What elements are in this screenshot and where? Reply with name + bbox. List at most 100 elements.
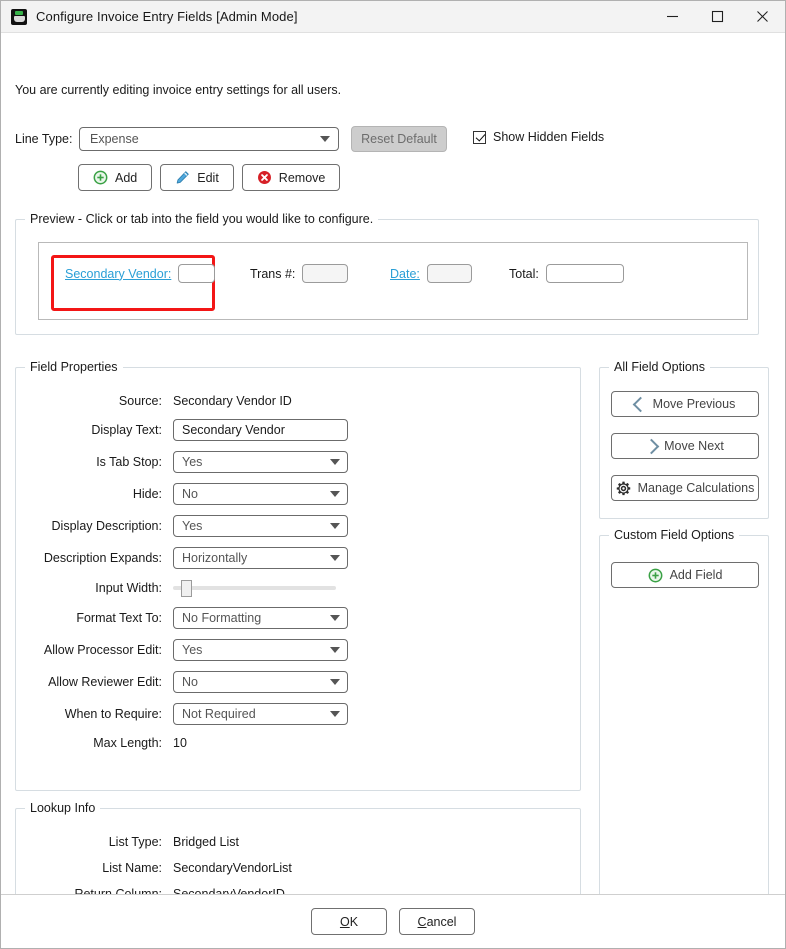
label-format-text-to: Format Text To: — [76, 611, 162, 625]
window-title: Configure Invoice Entry Fields [Admin Mo… — [36, 9, 298, 24]
slider-thumb[interactable] — [181, 580, 192, 597]
editing-notice: You are currently editing invoice entry … — [15, 83, 342, 97]
label-allow-reviewer-edit: Allow Reviewer Edit: — [48, 675, 162, 689]
add-button[interactable]: Add — [78, 164, 153, 191]
remove-button[interactable]: Remove — [241, 164, 341, 191]
checkmark-icon — [473, 130, 486, 144]
reset-default-button[interactable]: Reset Default — [351, 126, 447, 152]
description-expands-dropdown[interactable]: Horizontally — [173, 547, 348, 569]
field-row-input-width: Input Width: — [16, 577, 580, 599]
line-type-value: Expense — [90, 132, 139, 146]
format-text-to-value: No Formatting — [182, 611, 262, 625]
preview-input-trans-number[interactable] — [302, 264, 349, 283]
chevron-down-icon — [330, 491, 340, 497]
add-label: Add — [115, 170, 138, 185]
label-list-type: List Type: — [108, 835, 162, 849]
pencil-icon — [176, 171, 189, 184]
preview-field-date[interactable]: Date: — [390, 264, 472, 283]
label-max-length: Max Length: — [93, 736, 162, 750]
preview-canvas[interactable]: Secondary Vendor: Trans #: Date: Total: — [38, 242, 748, 320]
preview-input-total[interactable] — [545, 264, 624, 283]
move-previous-label: Move Previous — [652, 397, 736, 411]
label-list-name: List Name: — [102, 861, 162, 875]
minimize-icon[interactable] — [650, 1, 695, 32]
label-display-text: Display Text: — [91, 423, 162, 437]
move-next-label: Move Next — [664, 439, 724, 453]
close-icon[interactable] — [740, 1, 785, 32]
chevron-down-icon — [330, 615, 340, 621]
display-description-dropdown[interactable]: Yes — [173, 515, 348, 537]
display-text-input[interactable]: Secondary Vendor — [173, 419, 348, 441]
field-row-hide: Hide: No — [16, 483, 580, 505]
move-previous-button[interactable]: Move Previous — [611, 391, 759, 417]
is-tab-stop-dropdown[interactable]: Yes — [173, 451, 348, 473]
ok-mnemonic: O — [339, 914, 350, 929]
dialog-content: You are currently editing invoice entry … — [1, 33, 785, 948]
manage-calculations-button[interactable]: Manage Calculations — [611, 475, 759, 501]
label-allow-processor-edit: Allow Processor Edit: — [43, 643, 162, 657]
allow-processor-edit-dropdown[interactable]: Yes — [173, 639, 348, 661]
add-field-button[interactable]: Add Field — [611, 562, 759, 588]
preview-label-secondary-vendor[interactable]: Secondary Vendor: — [65, 267, 171, 281]
allow-reviewer-edit-value: No — [182, 675, 198, 689]
ok-label-rest: K — [349, 914, 359, 929]
preview-label-total: Total: — [509, 266, 539, 281]
input-width-slider[interactable] — [173, 580, 336, 597]
slider-track — [173, 586, 336, 590]
preview-input-secondary-vendor[interactable] — [178, 264, 216, 283]
preview-field-total[interactable]: Total: — [509, 264, 624, 283]
cancel-button[interactable]: Cancel — [399, 908, 475, 935]
lookup-row-list-name: List Name: SecondaryVendorList — [16, 857, 580, 879]
preview-field-secondary-vendor[interactable]: Secondary Vendor: — [65, 264, 216, 283]
label-input-width: Input Width: — [95, 581, 162, 595]
maximize-icon[interactable] — [695, 1, 740, 32]
preview-field-trans-number[interactable]: Trans #: — [250, 264, 349, 283]
edit-label: Edit — [197, 170, 219, 185]
allow-reviewer-edit-dropdown[interactable]: No — [173, 671, 348, 693]
value-list-type: Bridged List — [173, 835, 240, 849]
dialog-footer: OK Cancel — [1, 894, 785, 948]
cancel-label-rest: ancel — [426, 914, 457, 929]
label-when-to-require: When to Require: — [64, 707, 162, 721]
allow-processor-edit-value: Yes — [182, 643, 203, 657]
line-type-dropdown[interactable]: Expense — [79, 127, 339, 151]
add-field-label: Add Field — [669, 568, 723, 582]
move-next-button[interactable]: Move Next — [611, 433, 759, 459]
all-field-options-group: All Field Options Move Previous Move Nex… — [599, 360, 769, 519]
field-row-display-description: Display Description: Yes — [16, 515, 580, 537]
field-row-when-to-require: When to Require: Not Required — [16, 703, 580, 725]
field-actions-toolbar: Add Edit Remove — [78, 164, 341, 191]
field-row-description-expands: Description Expands: Horizontally — [16, 547, 580, 569]
field-properties-group: Field Properties Source: Secondary Vendo… — [15, 360, 581, 791]
preview-legend: Preview - Click or tab into the field yo… — [25, 212, 379, 226]
show-hidden-fields-checkbox[interactable]: Show Hidden Fields — [473, 130, 604, 144]
preview-input-date[interactable] — [426, 264, 472, 283]
show-hidden-fields-label: Show Hidden Fields — [493, 130, 605, 144]
cancel-mnemonic: C — [417, 914, 427, 929]
add-circle-icon — [648, 568, 663, 582]
value-list-name: SecondaryVendorList — [173, 861, 292, 875]
chevron-down-icon — [330, 555, 340, 561]
field-row-allow-reviewer-edit: Allow Reviewer Edit: No — [16, 671, 580, 693]
chevron-down-icon — [320, 136, 330, 142]
edit-button[interactable]: Edit — [160, 164, 234, 191]
label-hide: Hide: — [132, 487, 162, 501]
value-max-length: 10 — [173, 736, 187, 750]
chevron-down-icon — [330, 679, 340, 685]
field-row-is-tab-stop: Is Tab Stop: Yes — [16, 451, 580, 473]
add-circle-icon — [93, 170, 108, 185]
chevron-right-icon — [643, 438, 660, 454]
field-row-source: Source: Secondary Vendor ID — [16, 390, 580, 412]
preview-label-date[interactable]: Date: — [390, 267, 420, 281]
description-expands-value: Horizontally — [182, 551, 248, 565]
custom-field-options-group: Custom Field Options Add Field — [599, 528, 769, 911]
chevron-left-icon — [632, 396, 648, 412]
preview-label-trans-number: Trans #: — [250, 266, 296, 281]
ok-button[interactable]: OK — [311, 908, 387, 935]
when-to-require-dropdown[interactable]: Not Required — [173, 703, 348, 725]
manage-calculations-label: Manage Calculations — [637, 481, 755, 495]
custom-field-options-legend: Custom Field Options — [609, 528, 740, 542]
line-type-label: Line Type: — [15, 132, 73, 146]
format-text-to-dropdown[interactable]: No Formatting — [173, 607, 348, 629]
hide-dropdown[interactable]: No — [173, 483, 348, 505]
